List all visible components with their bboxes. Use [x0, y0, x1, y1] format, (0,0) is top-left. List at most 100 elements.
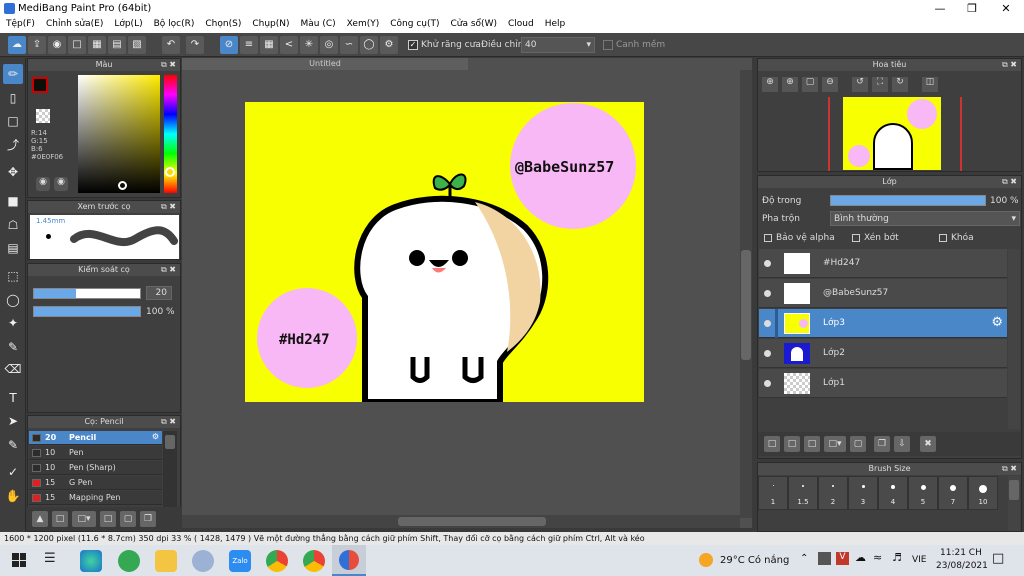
curve-ruler-icon[interactable]: ∽: [340, 36, 358, 54]
antialias-checkbox[interactable]: ✓: [408, 40, 418, 50]
menu-select[interactable]: Chọn(S): [199, 17, 246, 29]
hue-cursor[interactable]: [165, 167, 175, 177]
drawing-canvas[interactable]: @BabeSunz57 #Hd247: [245, 102, 644, 402]
windows-start-icon[interactable]: [12, 553, 26, 567]
lock-checkbox[interactable]: [939, 234, 947, 242]
close-button[interactable]: ✕: [990, 0, 1022, 17]
color-cursor[interactable]: [118, 181, 127, 190]
no-ruler-icon[interactable]: ⊘: [220, 36, 238, 54]
chrome-icon[interactable]: [266, 550, 288, 572]
dot-tool-icon[interactable]: ⤴: [3, 135, 23, 155]
tray-icon[interactable]: [818, 552, 831, 565]
lasso-tool-icon[interactable]: ◯: [3, 290, 23, 310]
visibility-icon[interactable]: [764, 260, 771, 267]
visibility-icon[interactable]: [764, 320, 771, 327]
folder-icon[interactable]: ▢: [120, 511, 136, 527]
layer-menu-icon[interactable]: □▾: [824, 436, 846, 452]
share-icon[interactable]: ⇪: [28, 36, 46, 54]
radial-ruler-icon[interactable]: ✳: [300, 36, 318, 54]
divide-tool-icon[interactable]: ✎: [3, 435, 23, 455]
new-brush-icon[interactable]: □: [52, 511, 68, 527]
close-icon[interactable]: ⧉ ✖: [1002, 176, 1017, 188]
rotate-left-icon[interactable]: ↺: [852, 77, 868, 92]
layer-row[interactable]: @BabeSunz57: [759, 279, 1007, 308]
grid-icon[interactable]: ▤: [108, 36, 126, 54]
menu-cloud[interactable]: Cloud: [502, 17, 539, 29]
text-tool-icon[interactable]: T: [3, 388, 23, 408]
save-icon[interactable]: ▦: [88, 36, 106, 54]
brush-item[interactable]: 20 Pencil ⚙: [29, 431, 162, 445]
brush-size-option[interactable]: 1.5: [788, 476, 818, 510]
brush-list-scrollbar[interactable]: [163, 431, 177, 507]
palette-icon[interactable]: ◉: [36, 177, 50, 191]
blend-mode-select[interactable]: Bình thường ▾: [830, 211, 1020, 226]
copy-brush-icon[interactable]: □: [100, 511, 116, 527]
layer-row[interactable]: #Hd247: [759, 249, 1007, 278]
close-icon[interactable]: ⧉ ✖: [161, 201, 176, 213]
new-halftone-layer-icon[interactable]: □: [784, 436, 800, 452]
app-icon-green[interactable]: [118, 550, 140, 572]
gear-icon[interactable]: ⚙: [991, 315, 1003, 330]
edge-icon[interactable]: [80, 550, 102, 572]
focus-ruler-icon[interactable]: <: [280, 36, 298, 54]
select-eraser-icon[interactable]: ⌫: [3, 359, 23, 379]
brush-tool-icon[interactable]: ✏: [3, 64, 23, 84]
clock-time[interactable]: 11:21 CH: [940, 548, 982, 558]
close-icon[interactable]: ⧉ ✖: [161, 416, 176, 428]
fill-rect-tool-icon[interactable]: ■: [3, 191, 23, 211]
shape-tool-icon[interactable]: □: [3, 111, 23, 131]
close-icon[interactable]: ⧉ ✖: [1002, 59, 1017, 71]
brush-menu-icon[interactable]: □▾: [72, 511, 96, 527]
concentric-ruler-icon[interactable]: ◎: [320, 36, 338, 54]
network-icon[interactable]: ☁: [855, 551, 866, 564]
gradient-tool-icon[interactable]: ▤: [3, 238, 23, 258]
undo-icon[interactable]: ↶: [162, 36, 180, 54]
brush-size-option[interactable]: 4: [878, 476, 908, 510]
menu-filter[interactable]: Bộ lọc(R): [148, 17, 200, 29]
snap-checkbox[interactable]: [603, 40, 613, 50]
gear-icon[interactable]: ⚙: [152, 432, 159, 441]
hand-tool-icon[interactable]: ✋: [3, 486, 23, 506]
swap-icon[interactable]: ◉: [54, 177, 68, 191]
brush-item[interactable]: 15 Mapping Pen: [29, 491, 162, 505]
menu-color[interactable]: Màu (C): [295, 17, 341, 29]
file-explorer-icon[interactable]: [155, 550, 177, 572]
redo-icon[interactable]: ↷: [186, 36, 204, 54]
wifi-icon[interactable]: ≈: [873, 551, 882, 564]
menu-view[interactable]: Xem(Y): [341, 17, 385, 29]
brush-item[interactable]: 10 Pen: [29, 446, 162, 460]
eraser-tool-icon[interactable]: ▯: [3, 88, 23, 108]
foreground-color[interactable]: [32, 77, 48, 93]
brush-size-option[interactable]: 5: [908, 476, 938, 510]
magic-wand-icon[interactable]: ✦: [3, 313, 23, 333]
task-view-icon[interactable]: ☰: [44, 551, 56, 566]
move-tool-icon[interactable]: ✥: [3, 162, 23, 182]
cloud-icon[interactable]: ☁: [8, 36, 26, 54]
layer-row[interactable]: Lớp3 ⚙: [759, 309, 1007, 338]
rotate-right-icon[interactable]: ↻: [892, 77, 908, 92]
fit-icon[interactable]: ▢: [802, 77, 818, 92]
zoom-in-icon[interactable]: ⊕: [762, 77, 778, 92]
brush-size-option[interactable]: 10: [968, 476, 998, 510]
document-tab[interactable]: Untitled: [182, 58, 468, 70]
flip-icon[interactable]: ◫: [922, 77, 938, 92]
volume-icon[interactable]: ♬: [892, 551, 902, 564]
new-file-icon[interactable]: □: [68, 36, 86, 54]
menu-window[interactable]: Cửa sổ(W): [445, 17, 502, 29]
clipping-checkbox[interactable]: [852, 234, 860, 242]
saturation-picker[interactable]: [78, 75, 160, 193]
brush-size-option[interactable]: 7: [938, 476, 968, 510]
menu-help[interactable]: Help: [539, 17, 571, 29]
operation-tool-icon[interactable]: ➤: [3, 411, 23, 431]
chevron-up-icon[interactable]: ⌃: [800, 553, 808, 564]
select-tool-icon[interactable]: ⬚: [3, 266, 23, 286]
menu-layer[interactable]: Lớp(L): [108, 17, 147, 29]
maximize-button[interactable]: ❐: [956, 0, 988, 17]
select-pen-icon[interactable]: ✎: [3, 337, 23, 357]
duplicate-icon[interactable]: ❐: [140, 511, 156, 527]
minimize-button[interactable]: —: [924, 0, 956, 17]
duplicate-layer-icon[interactable]: ❐: [874, 436, 890, 452]
settings-icon[interactable]: ⚙: [380, 36, 398, 54]
app-icon-blue[interactable]: [192, 550, 214, 572]
medibang-taskbar-button[interactable]: [332, 545, 366, 576]
